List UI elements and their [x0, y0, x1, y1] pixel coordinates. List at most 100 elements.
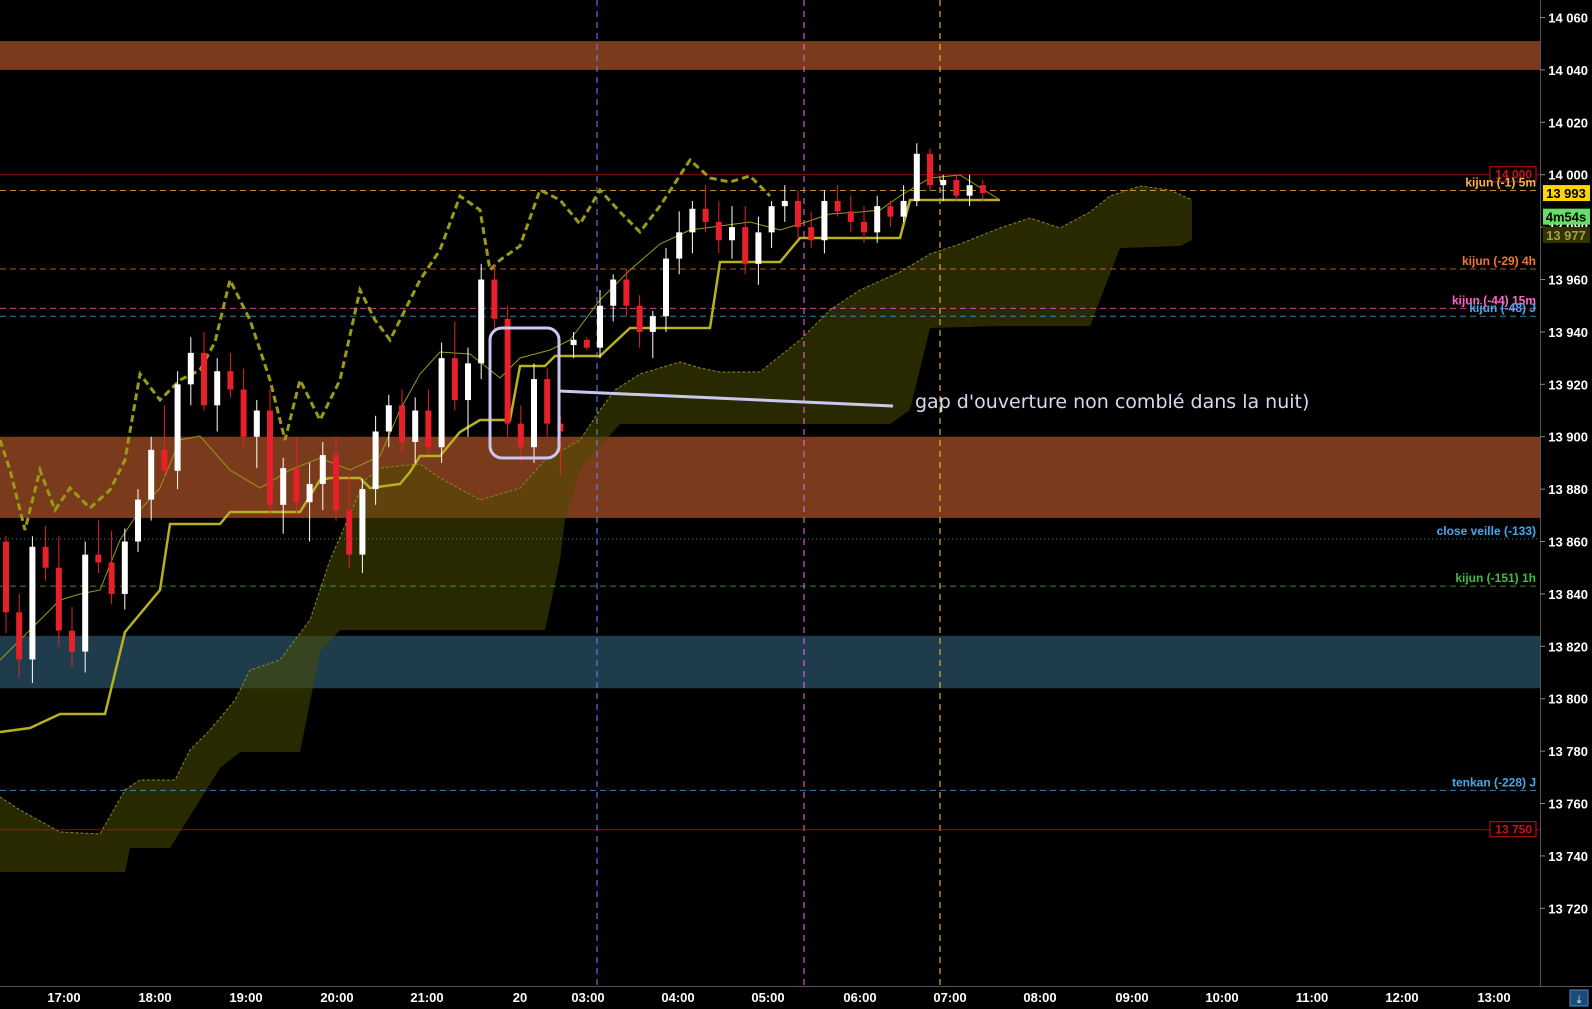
price-tick-label: 13 820	[1548, 639, 1588, 654]
candle-body	[861, 221, 867, 233]
time-tick-label: 20	[513, 990, 527, 1005]
price-tick-label: 13 900	[1548, 430, 1588, 445]
candle-body	[742, 227, 749, 264]
price-tick-label: 13 760	[1548, 797, 1588, 812]
time-tick-label: 11:00	[1296, 990, 1329, 1005]
candle-body	[240, 389, 247, 437]
candle	[438, 342, 445, 463]
candle-body	[702, 208, 709, 222]
price-tick-label: 13 880	[1548, 482, 1588, 497]
candle-body	[201, 352, 207, 406]
candle-body	[491, 279, 498, 319]
candle-body	[913, 153, 920, 201]
level-label: 13 750	[1495, 823, 1532, 837]
candle-body	[227, 371, 234, 390]
candle-body	[715, 221, 722, 241]
price-tick-label: 13 840	[1548, 587, 1588, 602]
price-tick-label: 14 060	[1548, 11, 1588, 26]
price-tick-label: 13 940	[1548, 325, 1588, 340]
candle-body	[214, 371, 221, 406]
price-tag-label: 4m54s	[1546, 210, 1586, 225]
price-tick-label: 13 860	[1548, 535, 1588, 550]
scroll-corner-icon[interactable]: ⤓	[1569, 989, 1589, 1007]
candle-body	[689, 208, 696, 233]
candle-body	[187, 352, 194, 385]
candle-body	[306, 483, 313, 503]
time-tick-label: 21:00	[410, 990, 443, 1005]
candle-body	[385, 405, 392, 432]
price-tag-label: 13 993	[1546, 186, 1586, 201]
candle-body	[438, 358, 445, 448]
time-tick-label: 06:00	[843, 990, 876, 1005]
candle-body	[597, 305, 603, 348]
level-label: kijun (-1) 5m	[1465, 175, 1536, 189]
candle-body	[319, 455, 326, 484]
time-tick-label: 07:00	[933, 990, 966, 1005]
candle-body	[372, 431, 379, 490]
time-tick-label: 12:00	[1385, 990, 1418, 1005]
candle-body	[610, 279, 617, 306]
candle	[927, 148, 933, 191]
price-tick-label: 13 920	[1548, 377, 1588, 392]
svg-text:⤓: ⤓	[1577, 993, 1582, 1006]
candle-body	[531, 379, 537, 448]
candle-body	[42, 546, 49, 568]
price-tick-label: 13 960	[1548, 273, 1588, 288]
time-tick-label: 18:00	[138, 990, 171, 1005]
candle-body	[834, 200, 841, 212]
candle-body	[927, 153, 933, 186]
candle-body	[663, 258, 669, 317]
price-tags: 13 993 4m54s 13 977	[1543, 185, 1590, 243]
candle-body	[16, 612, 23, 660]
candle-body	[847, 211, 854, 222]
time-tick-label: 20:00	[320, 990, 353, 1005]
candle-body	[29, 546, 36, 660]
candle-body	[887, 206, 894, 217]
level-label: tenkan (-228) J	[1452, 775, 1536, 789]
time-tick-label: 09:00	[1115, 990, 1148, 1005]
candle-body	[399, 405, 405, 442]
price-tick-label: 13 740	[1548, 849, 1588, 864]
price-tick-label: 13 720	[1548, 901, 1588, 916]
candle-body	[544, 379, 551, 424]
price-tick-label: 14 000	[1548, 168, 1588, 183]
price-tick-label: 14 040	[1548, 63, 1588, 78]
candle-body	[174, 384, 181, 471]
candle-body	[451, 358, 458, 401]
time-tick-label: 19:00	[229, 990, 262, 1005]
candle-body	[808, 227, 815, 241]
candle-body	[966, 185, 973, 196]
candle-body	[333, 455, 339, 511]
candle	[478, 263, 485, 380]
candle-body	[979, 185, 986, 194]
gap-annotation-text: gap d'ouverture non comblé dans la nuit)	[915, 391, 1309, 413]
price-tick-label: 13 780	[1548, 744, 1588, 759]
price-zone-band	[0, 635, 1540, 689]
price-tag-label: 13 977	[1546, 228, 1586, 243]
candle-body	[781, 200, 788, 207]
level-label: kijun (-29) 4h	[1462, 254, 1536, 268]
price-zone-band	[0, 436, 1540, 518]
candle-body	[953, 179, 960, 196]
ichimoku-price-chart[interactable]: 14 000 kijun (-1) 5m kijun (-29) 4h kijun (…	[0, 0, 1592, 1009]
candle-body	[95, 554, 102, 563]
candle-body	[900, 200, 907, 217]
time-tick-label: 03:00	[571, 990, 604, 1005]
candle-body	[108, 562, 115, 594]
candle-body	[82, 554, 89, 652]
level-label: kijun (-151) 1h	[1455, 571, 1536, 585]
candle-body	[267, 410, 273, 505]
candle-body	[570, 339, 577, 346]
time-tick-label: 08:00	[1023, 990, 1056, 1005]
price-tick-label: 13 800	[1548, 692, 1588, 707]
candle-body	[412, 410, 419, 442]
candle-body	[676, 232, 683, 259]
candle-body	[3, 541, 9, 613]
candle-body	[346, 510, 353, 555]
candle-body	[55, 567, 62, 631]
candle-body	[425, 410, 432, 448]
candle-body	[795, 200, 801, 228]
candle-body	[69, 630, 75, 652]
candle-body	[465, 363, 471, 401]
time-tick-label: 13:00	[1477, 990, 1510, 1005]
